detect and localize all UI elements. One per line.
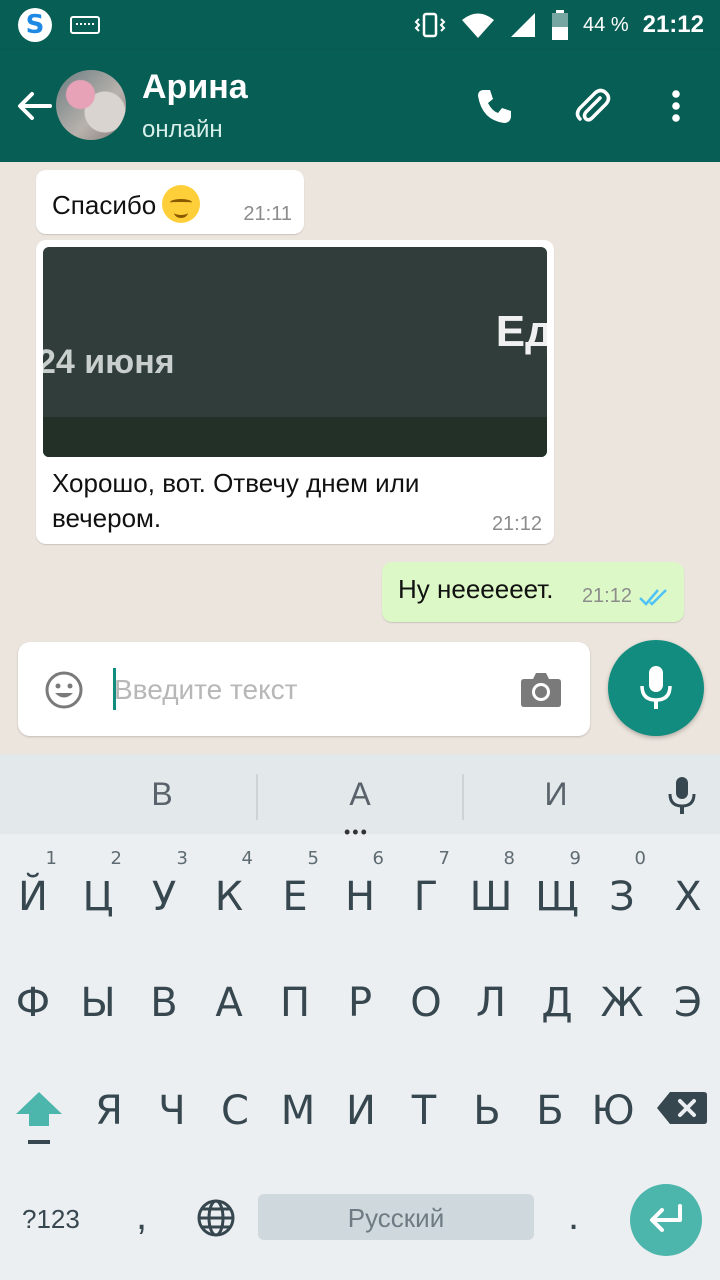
key[interactable]: 9Щ <box>529 842 585 942</box>
battery-percent: 44 % <box>583 13 629 36</box>
image-bottom-band <box>43 417 547 457</box>
keyboard-bottom-row: ?123 , Русский . <box>0 1180 720 1260</box>
message-time: 21:12 <box>581 585 632 607</box>
suggestion-2[interactable]: А <box>300 776 420 813</box>
more-suggestions-dots[interactable]: ••• <box>344 822 369 843</box>
key[interactable]: А <box>201 948 257 1048</box>
key[interactable]: С <box>207 1056 263 1156</box>
keyboard-row-3: Я Ч С М И Т Ь Б Ю <box>0 1056 720 1156</box>
key[interactable]: В <box>136 948 192 1048</box>
emoji-picker-icon[interactable] <box>44 670 84 710</box>
status-bar: S 44 % 21:12 <box>0 0 720 50</box>
suggestion-strip: В А ••• И <box>0 754 720 842</box>
key[interactable]: П <box>267 948 323 1048</box>
enter-return-icon <box>650 1204 682 1232</box>
battery-icon <box>552 10 569 40</box>
key[interactable]: Я <box>81 1056 137 1156</box>
outgoing-message[interactable]: Ну неееееет. 21:12 <box>382 562 684 622</box>
key[interactable]: Э <box>660 948 716 1048</box>
message-time: 21:11 <box>243 203 292 225</box>
key[interactable]: 8Ш <box>463 842 519 942</box>
symbols-key[interactable]: ?123 <box>22 1204 80 1235</box>
keyboard-row-1: 1Й 2Ц 3У 4К 5Е 6Н 7Г 8Ш 9Щ 0З Х <box>0 842 720 942</box>
image-text-edge: Ед <box>495 307 547 356</box>
message-composer: Введите текст <box>18 642 590 736</box>
cell-signal-icon <box>511 13 536 37</box>
suggestion-3[interactable]: И <box>496 776 616 813</box>
key[interactable]: 3У <box>136 842 192 942</box>
camera-icon[interactable] <box>520 670 562 708</box>
key[interactable]: Ы <box>70 948 126 1048</box>
microphone-icon <box>640 666 672 709</box>
contact-name[interactable]: Арина <box>142 68 248 107</box>
key[interactable]: Х <box>660 842 716 942</box>
keyboard-notification-icon <box>70 16 100 34</box>
key[interactable]: 2Ц <box>70 842 126 942</box>
overflow-menu-icon[interactable] <box>656 86 696 126</box>
key[interactable]: Ч <box>144 1056 200 1156</box>
key[interactable]: Т <box>396 1056 452 1156</box>
key[interactable]: Б <box>522 1056 578 1156</box>
comma-key[interactable]: , <box>136 1194 147 1239</box>
back-arrow-icon[interactable] <box>14 86 54 126</box>
backspace-key-icon[interactable] <box>656 1090 708 1126</box>
suggestion-divider <box>462 774 464 820</box>
enter-key[interactable] <box>630 1184 702 1256</box>
phone-call-icon[interactable] <box>474 86 514 126</box>
period-key[interactable]: . <box>568 1194 579 1239</box>
chat-header: Арина онлайн <box>0 50 720 162</box>
key[interactable]: Л <box>463 948 519 1048</box>
key[interactable]: И <box>333 1056 389 1156</box>
keyboard-voice-input-icon[interactable] <box>666 776 698 816</box>
key[interactable]: 6Н <box>332 842 388 942</box>
voice-record-button[interactable] <box>608 640 704 736</box>
key[interactable]: Ф <box>5 948 61 1048</box>
contact-avatar[interactable] <box>56 70 126 140</box>
vibrate-icon <box>414 12 446 38</box>
keyboard-row-2: Ф Ы В А П Р О Л Д Ж Э <box>0 948 720 1048</box>
attach-paperclip-icon[interactable] <box>572 86 612 126</box>
key[interactable]: 1Й <box>5 842 61 942</box>
app-s-logo-icon: S <box>18 8 52 42</box>
key[interactable]: Ж <box>594 948 650 1048</box>
key[interactable]: Р <box>332 948 388 1048</box>
key[interactable]: Д <box>529 948 585 1048</box>
suggestion-1[interactable]: В <box>102 776 222 813</box>
key[interactable]: 4К <box>201 842 257 942</box>
language-globe-icon[interactable] <box>196 1198 236 1238</box>
message-image[interactable]: 24 июня Ед <box>43 247 547 457</box>
key[interactable]: 7Г <box>398 842 454 942</box>
message-text: Спасибо <box>52 189 157 220</box>
message-caption: Хорошо, вот. Отвечу днем или вечером. <box>52 468 420 533</box>
key[interactable]: Ь <box>459 1056 515 1156</box>
clock: 21:12 <box>642 11 704 38</box>
key[interactable]: 0З <box>594 842 650 942</box>
wifi-icon <box>462 13 495 38</box>
incoming-message[interactable]: Спасибо 21:11 <box>36 170 304 234</box>
relieved-face-emoji-icon <box>162 185 201 223</box>
message-text: Ну неееееет. <box>398 574 554 604</box>
space-bar[interactable]: Русский <box>258 1194 534 1240</box>
message-input[interactable]: Введите текст <box>114 674 298 706</box>
image-text-date: 24 июня <box>43 343 175 381</box>
key[interactable]: О <box>398 948 454 1048</box>
key[interactable]: Ю <box>585 1056 641 1156</box>
key[interactable]: 5Е <box>267 842 323 942</box>
read-double-check-icon <box>639 589 667 606</box>
key[interactable]: М <box>270 1056 326 1156</box>
suggestion-divider <box>256 774 258 820</box>
message-time: 21:12 <box>491 513 542 535</box>
contact-status: онлайн <box>142 116 223 143</box>
incoming-image-message[interactable]: 24 июня Ед Хорошо, вот. Отвечу днем или … <box>36 240 554 544</box>
